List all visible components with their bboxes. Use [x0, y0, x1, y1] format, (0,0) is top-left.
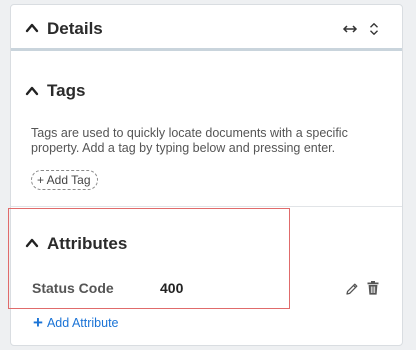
tags-description: Tags are used to quickly locate document…: [31, 126, 348, 155]
tags-title: Tags: [47, 81, 86, 100]
attribute-value: 400: [160, 280, 184, 296]
add-attribute-label: Add Attribute: [46, 316, 119, 330]
add-tag-button[interactable]: + Add Tag: [31, 170, 98, 190]
chevron-up-icon[interactable]: [25, 236, 39, 250]
pencil-icon[interactable]: [345, 282, 359, 296]
chevron-up-icon[interactable]: [25, 21, 39, 35]
arrows-vertical-icon[interactable]: [366, 22, 382, 36]
chevron-up-icon[interactable]: [25, 84, 39, 98]
tags-section: Tags Tags are used to quickly locate doc…: [11, 66, 402, 207]
details-title: Details: [47, 19, 103, 38]
arrows-horizontal-icon[interactable]: [342, 22, 358, 36]
add-attribute-button[interactable]: + Add Attribute: [33, 313, 119, 333]
details-panel: Details Tags Tags are used to quickly lo…: [10, 4, 403, 346]
attributes-title: Attributes: [47, 234, 128, 253]
plus-icon: +: [33, 313, 43, 332]
details-header[interactable]: Details: [11, 5, 402, 51]
attributes-section: Attributes Status Code 400 + Add Attribut…: [11, 207, 402, 345]
trash-icon[interactable]: [367, 281, 379, 295]
attribute-key: Status Code: [32, 280, 114, 296]
